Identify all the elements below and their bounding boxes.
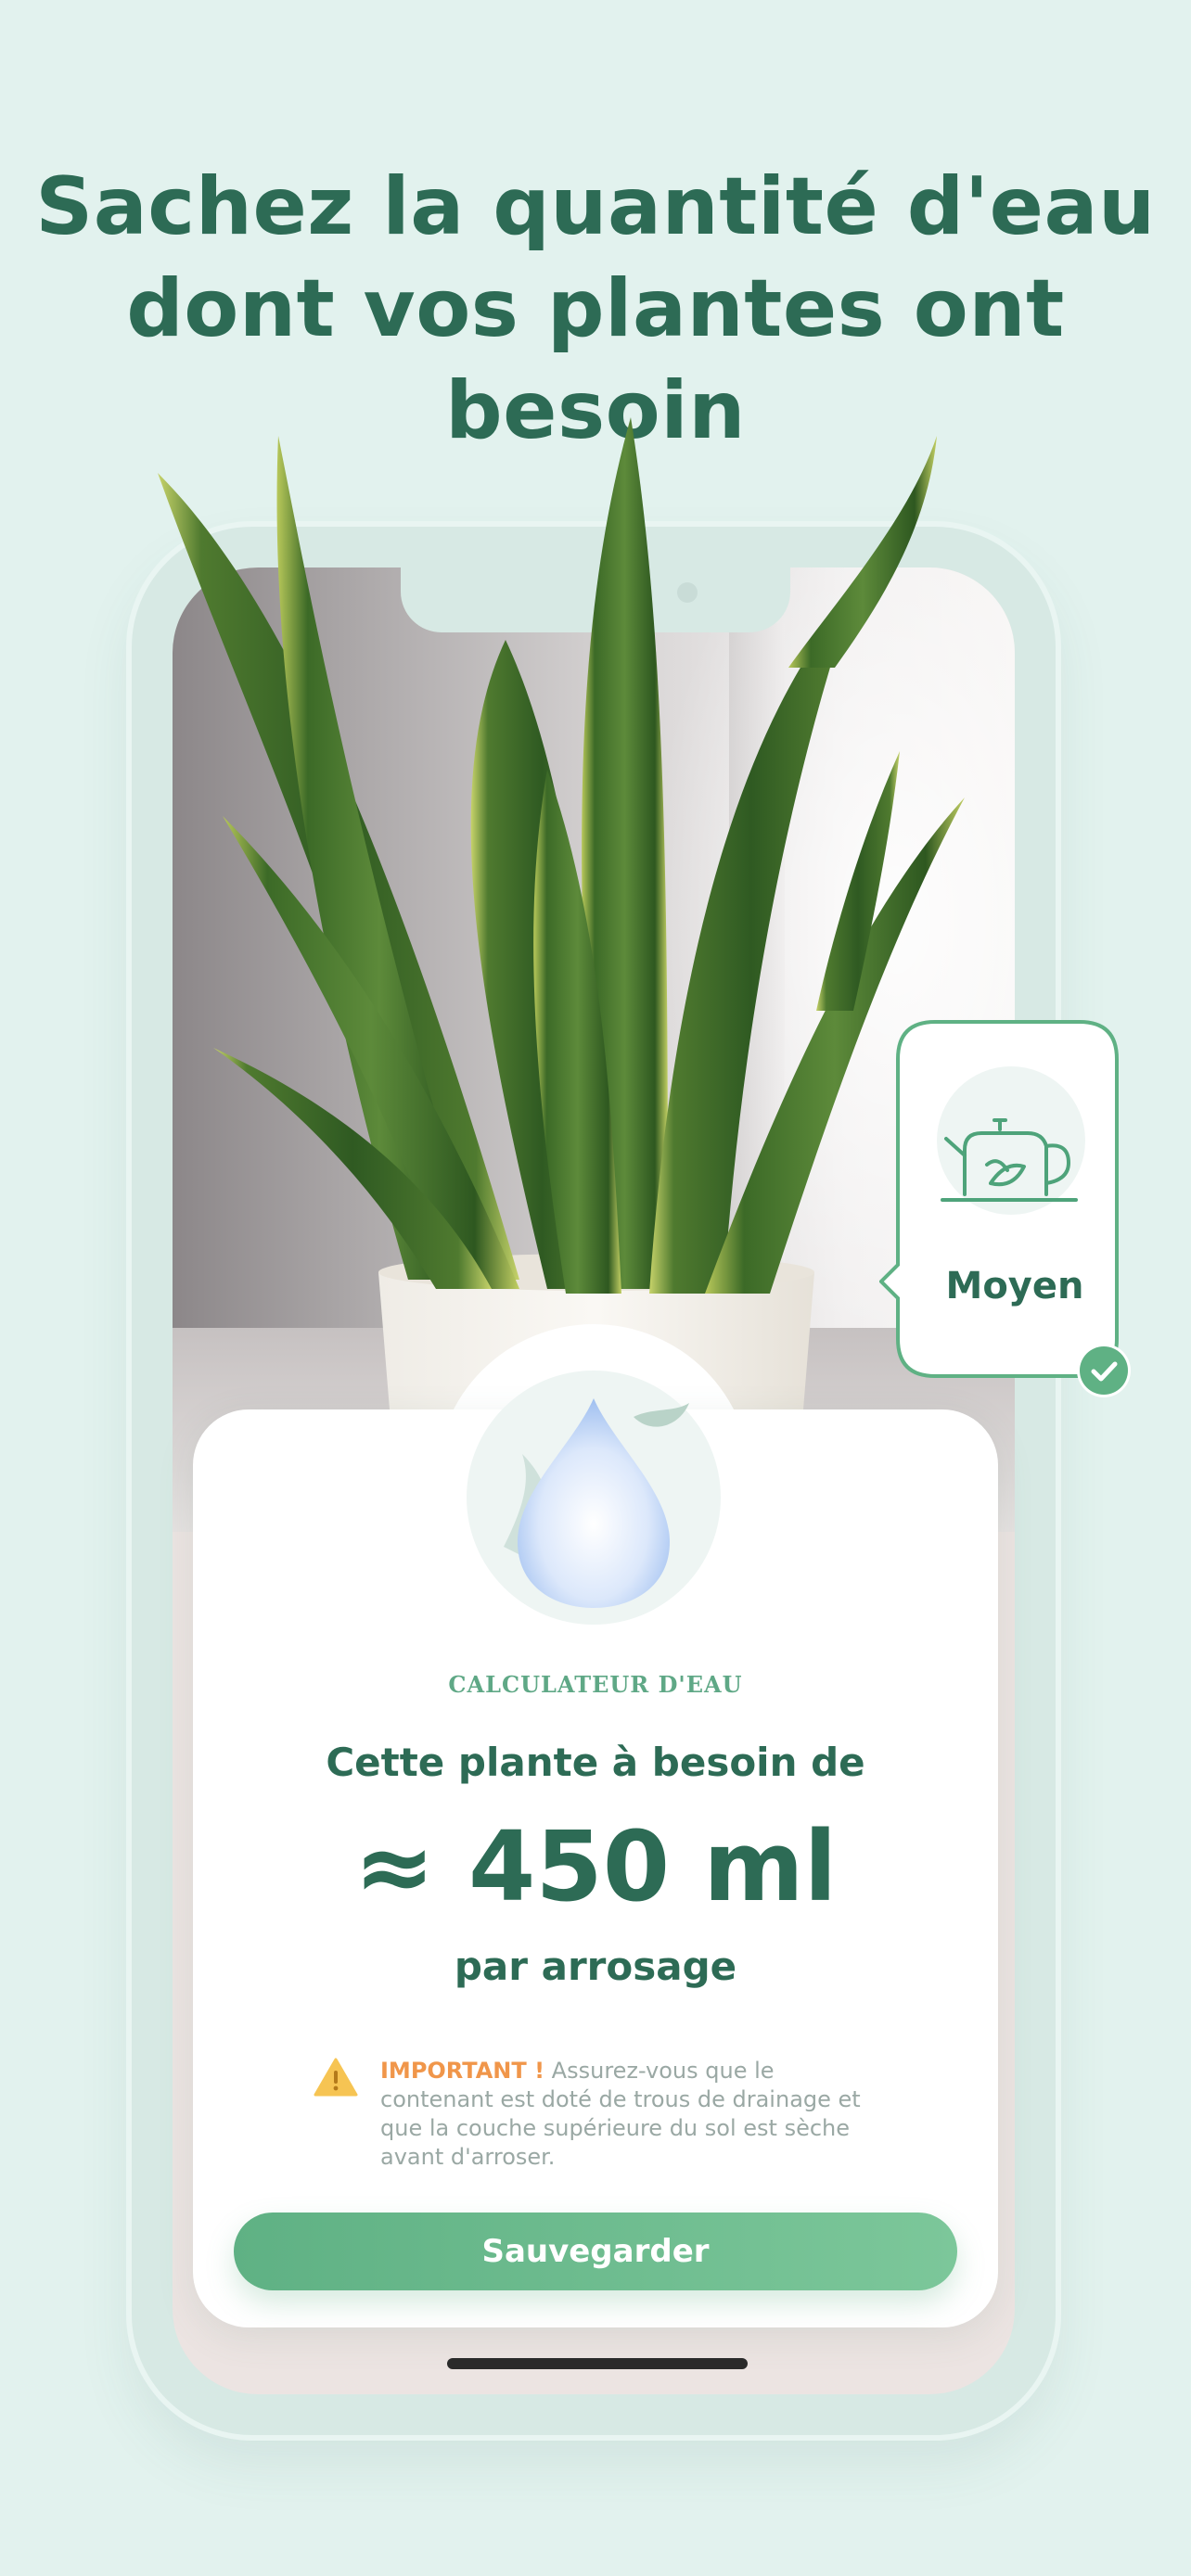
water-drop-icon [504, 1398, 689, 1608]
needs-text: Cette plante à besoin de [326, 1740, 865, 1785]
warning-icon [314, 2058, 358, 2097]
water-amount: ≈ 450 ml [353, 1810, 838, 1923]
warning-label: IMPORTANT ! [380, 2058, 545, 2084]
home-indicator[interactable] [447, 2358, 748, 2369]
kettle-icon [941, 1118, 1078, 1202]
check-icon [1077, 1344, 1131, 1397]
per-watering-text: par arrosage [454, 1944, 737, 1989]
warning-note: IMPORTANT ! Assurez-vous que le contenan… [380, 2057, 881, 2172]
watering-level-label: Moyen [945, 1265, 1084, 1307]
save-button[interactable]: Sauvegarder [234, 2213, 957, 2290]
calculator-kicker: CALCULATEUR D'EAU [448, 1671, 743, 1698]
